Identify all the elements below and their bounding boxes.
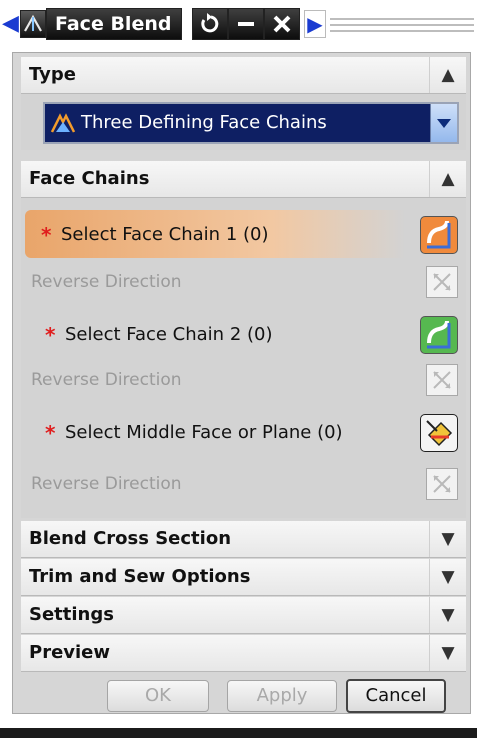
required-mark: * xyxy=(41,223,52,247)
minimize-icon[interactable] xyxy=(228,8,264,40)
reset-icon[interactable] xyxy=(192,8,228,40)
section-type-body: Three Defining Face Chains xyxy=(21,94,466,150)
ok-button[interactable]: OK xyxy=(107,680,209,712)
chevron-up-icon[interactable]: ▲ xyxy=(429,57,466,93)
reverse-direction-1-label: Reverse Direction xyxy=(31,272,182,292)
chevron-down-icon[interactable] xyxy=(430,104,457,142)
section-trim-sew-header[interactable]: Trim and Sew Options ▼ xyxy=(21,559,466,596)
face-chain-1-select-icon[interactable] xyxy=(420,216,458,254)
dialog-title: Face Blend xyxy=(46,8,183,40)
reverse-direction-1-row: Reverse Direction xyxy=(21,262,466,302)
middle-face-select-icon[interactable] xyxy=(420,414,458,452)
required-mark: * xyxy=(45,421,56,445)
type-dropdown[interactable]: Three Defining Face Chains xyxy=(43,102,459,144)
type-dropdown-value: Three Defining Face Chains xyxy=(81,112,327,133)
section-face-chains-label: Face Chains xyxy=(29,168,150,189)
chevron-down-icon[interactable]: ▼ xyxy=(429,635,466,671)
section-type-header[interactable]: Type ▲ xyxy=(21,57,466,94)
select-middle-face-row[interactable]: * Select Middle Face or Plane (0) xyxy=(21,408,466,456)
section-settings-label: Settings xyxy=(29,604,114,625)
face-chain-2-select-icon[interactable] xyxy=(420,316,458,354)
section-trim-sew-label: Trim and Sew Options xyxy=(29,566,251,587)
face-blend-dialog: Type ▲ Three Defining Face Chains Face C… xyxy=(12,52,471,714)
title-bar-grip xyxy=(330,14,474,34)
section-preview-label: Preview xyxy=(29,642,111,663)
select-face-chain-2-label: Select Face Chain 2 (0) xyxy=(65,324,273,345)
chevron-down-icon[interactable]: ▼ xyxy=(429,597,466,633)
section-type-label: Type xyxy=(29,64,76,85)
section-blend-cross-section-header[interactable]: Blend Cross Section ▼ xyxy=(21,521,466,558)
select-middle-face-label: Select Middle Face or Plane (0) xyxy=(65,422,343,443)
chevron-down-icon[interactable]: ▼ xyxy=(429,521,466,557)
chevron-down-icon[interactable]: ▼ xyxy=(429,559,466,595)
section-settings-header[interactable]: Settings ▼ xyxy=(21,597,466,634)
section-face-chains-header[interactable]: Face Chains ▲ xyxy=(21,161,466,198)
reverse-direction-icon xyxy=(426,468,458,500)
face-blend-icon xyxy=(49,110,77,136)
reverse-direction-2-row: Reverse Direction xyxy=(21,360,466,400)
cancel-button[interactable]: Cancel xyxy=(346,679,446,713)
section-blend-cross-section-label: Blend Cross Section xyxy=(29,528,232,549)
window-bottom-edge xyxy=(0,728,477,738)
dialog-title-bar: ◀ Face Blend ▶ xyxy=(0,0,477,44)
reverse-direction-3-row: Reverse Direction xyxy=(21,464,466,504)
apply-button[interactable]: Apply xyxy=(227,680,337,712)
section-face-chains-body: * Select Face Chain 1 (0) Reverse Direct… xyxy=(21,198,466,518)
close-icon[interactable] xyxy=(264,8,300,40)
select-face-chain-1-label: Select Face Chain 1 (0) xyxy=(61,224,269,245)
face-blend-dialog-icon xyxy=(20,10,46,38)
chevron-right-icon[interactable]: ▶ xyxy=(304,10,326,38)
reverse-direction-icon xyxy=(426,364,458,396)
chevron-left-icon[interactable]: ◀ xyxy=(2,12,19,36)
section-preview-header[interactable]: Preview ▼ xyxy=(21,635,466,672)
reverse-direction-3-label: Reverse Direction xyxy=(31,474,182,494)
required-mark: * xyxy=(45,323,56,347)
chevron-up-icon[interactable]: ▲ xyxy=(429,161,466,197)
select-face-chain-2-row[interactable]: * Select Face Chain 2 (0) xyxy=(21,310,466,358)
reverse-direction-2-label: Reverse Direction xyxy=(31,370,182,390)
reverse-direction-icon xyxy=(426,266,458,298)
select-face-chain-1-row[interactable]: * Select Face Chain 1 (0) xyxy=(21,210,466,258)
